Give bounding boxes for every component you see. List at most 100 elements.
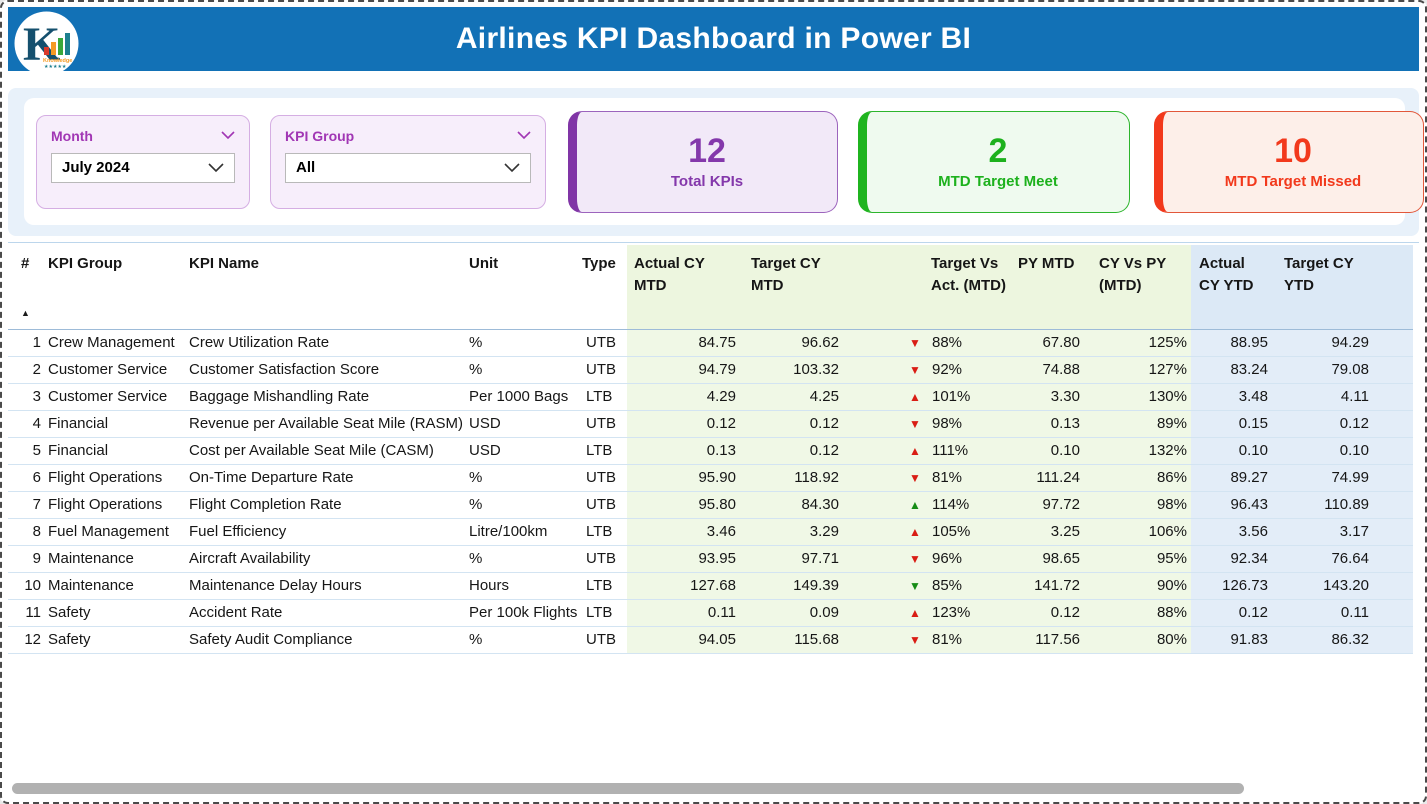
target-vs-act-value: 111% — [932, 442, 968, 459]
type-cell: LTB — [582, 572, 627, 599]
py-mtd-cell: 74.88 — [1009, 356, 1087, 383]
actual-cy-mtd-cell: 95.80 — [627, 491, 744, 518]
table-row[interactable]: 12SafetySafety Audit Compliance%UTB94.05… — [8, 626, 1413, 653]
unit-cell: % — [465, 491, 582, 518]
actual-cy-mtd-cell: 94.79 — [627, 356, 744, 383]
target-cy-ytd-cell: 3.17 — [1276, 518, 1413, 545]
month-select[interactable]: July 2024 — [51, 153, 235, 183]
actual-cy-ytd-cell: 96.43 — [1191, 491, 1276, 518]
chevron-down-icon[interactable] — [221, 131, 235, 140]
target-vs-act-mtd-cell: ▲114% — [847, 491, 1009, 518]
dashboard-frame: K Knowledge ★★★★★ Airlines KPI Dashboard… — [0, 0, 1427, 804]
table-row[interactable]: 10MaintenanceMaintenance Delay HoursHour… — [8, 572, 1413, 599]
actual-cy-ytd-cell: 126.73 — [1191, 572, 1276, 599]
table-row[interactable]: 3Customer ServiceBaggage Mishandling Rat… — [8, 383, 1413, 410]
target-vs-act-mtd-cell: ▼92% — [847, 356, 1009, 383]
table-row[interactable]: 8Fuel ManagementFuel EfficiencyLitre/100… — [8, 518, 1413, 545]
chevron-down-icon[interactable] — [517, 131, 531, 140]
company-logo-icon: K Knowledge ★★★★★ — [13, 10, 80, 77]
actual-cy-ytd-cell: 89.27 — [1191, 464, 1276, 491]
column-header-py-mtd[interactable]: PY MTD — [1009, 245, 1087, 329]
actual-cy-mtd-cell: 0.13 — [627, 437, 744, 464]
trend-up-icon: ▲ — [909, 525, 923, 539]
column-header-type[interactable]: Type — [582, 245, 627, 329]
table-row[interactable]: 7Flight OperationsFlight Completion Rate… — [8, 491, 1413, 518]
type-cell: UTB — [582, 356, 627, 383]
target-vs-act-mtd-cell: ▼81% — [847, 464, 1009, 491]
kpi-group-cell: Maintenance — [44, 572, 185, 599]
table-row[interactable]: 4FinancialRevenue per Available Seat Mil… — [8, 410, 1413, 437]
target-cy-ytd-cell: 0.10 — [1276, 437, 1413, 464]
cy-vs-py-mtd-cell: 89% — [1087, 410, 1191, 437]
kpi-group-cell: Flight Operations — [44, 464, 185, 491]
kpi-name-cell: Baggage Mishandling Rate — [185, 383, 465, 410]
chevron-down-icon — [504, 163, 520, 173]
actual-cy-mtd-cell: 84.75 — [627, 329, 744, 356]
row-number-cell: 9 — [8, 545, 44, 572]
column-header-target-cy-mtd[interactable]: Target CY MTD — [744, 245, 847, 329]
table-header-row: # ▲ KPI Group KPI Name Unit Type Actual … — [8, 245, 1413, 329]
target-cy-mtd-cell: 0.09 — [744, 599, 847, 626]
column-header-kpi-group[interactable]: KPI Group — [44, 245, 185, 329]
py-mtd-cell: 0.10 — [1009, 437, 1087, 464]
target-cy-ytd-cell: 143.20 — [1276, 572, 1413, 599]
target-cy-ytd-cell: 4.11 — [1276, 383, 1413, 410]
kpi-group-cell: Financial — [44, 437, 185, 464]
target-cy-mtd-cell: 96.62 — [744, 329, 847, 356]
unit-cell: Hours — [465, 572, 582, 599]
target-cy-mtd-cell: 84.30 — [744, 491, 847, 518]
target-vs-act-mtd-cell: ▼98% — [847, 410, 1009, 437]
column-header-actual-cy-mtd[interactable]: Actual CY MTD — [627, 245, 744, 329]
filter-inner-panel: Month July 2024 KPI Group All — [24, 98, 1405, 225]
table-row[interactable]: 2Customer ServiceCustomer Satisfaction S… — [8, 356, 1413, 383]
unit-cell: % — [465, 626, 582, 653]
target-vs-act-value: 123% — [932, 604, 970, 621]
unit-cell: % — [465, 545, 582, 572]
row-number-cell: 8 — [8, 518, 44, 545]
unit-cell: % — [465, 356, 582, 383]
row-number-cell: 5 — [8, 437, 44, 464]
unit-cell: Litre/100km — [465, 518, 582, 545]
target-cy-mtd-cell: 4.25 — [744, 383, 847, 410]
mtd-target-meet-card: 2 MTD Target Meet — [858, 111, 1130, 213]
horizontal-scrollbar[interactable] — [12, 783, 1244, 794]
row-number-cell: 12 — [8, 626, 44, 653]
kpi-group-select[interactable]: All — [285, 153, 531, 183]
type-cell: UTB — [582, 626, 627, 653]
target-vs-act-mtd-cell: ▲101% — [847, 383, 1009, 410]
column-header-target-cy-ytd[interactable]: Target CY YTD — [1276, 245, 1413, 329]
target-cy-mtd-cell: 103.32 — [744, 356, 847, 383]
column-header-kpi-name[interactable]: KPI Name — [185, 245, 465, 329]
column-header-target-vs-act-mtd[interactable]: Target Vs Act. (MTD) — [847, 245, 1009, 329]
table-row[interactable]: 1Crew ManagementCrew Utilization Rate%UT… — [8, 329, 1413, 356]
actual-cy-mtd-cell: 95.90 — [627, 464, 744, 491]
target-vs-act-mtd-cell: ▲111% — [847, 437, 1009, 464]
table-row[interactable]: 6Flight OperationsOn-Time Departure Rate… — [8, 464, 1413, 491]
actual-cy-ytd-cell: 83.24 — [1191, 356, 1276, 383]
trend-up-icon: ▲ — [909, 390, 923, 404]
target-vs-act-mtd-cell: ▲123% — [847, 599, 1009, 626]
actual-cy-mtd-cell: 94.05 — [627, 626, 744, 653]
cy-vs-py-mtd-cell: 106% — [1087, 518, 1191, 545]
trend-down-icon: ▼ — [909, 579, 923, 593]
table-row[interactable]: 5FinancialCost per Available Seat Mile (… — [8, 437, 1413, 464]
cy-vs-py-mtd-cell: 88% — [1087, 599, 1191, 626]
column-header-index[interactable]: # ▲ — [8, 245, 44, 329]
column-header-actual-cy-ytd[interactable]: Actual CY YTD — [1191, 245, 1276, 329]
kpi-name-cell: Cost per Available Seat Mile (CASM) — [185, 437, 465, 464]
target-vs-act-value: 98% — [932, 415, 962, 432]
table-row[interactable]: 9MaintenanceAircraft Availability%UTB93.… — [8, 545, 1413, 572]
column-header-unit[interactable]: Unit — [465, 245, 582, 329]
column-header-cy-vs-py-mtd[interactable]: CY Vs PY (MTD) — [1087, 245, 1191, 329]
month-select-value: July 2024 — [62, 159, 130, 176]
table-row[interactable]: 11SafetyAccident RatePer 100k FlightsLTB… — [8, 599, 1413, 626]
row-number-cell: 7 — [8, 491, 44, 518]
target-vs-act-value: 81% — [932, 631, 962, 648]
cy-vs-py-mtd-cell: 86% — [1087, 464, 1191, 491]
trend-down-icon: ▼ — [909, 471, 923, 485]
actual-cy-mtd-cell: 3.46 — [627, 518, 744, 545]
mtd-target-missed-value: 10 — [1274, 134, 1312, 168]
target-vs-act-value: 114% — [932, 496, 969, 513]
type-cell: LTB — [582, 599, 627, 626]
filter-panel: Month July 2024 KPI Group All — [8, 88, 1419, 236]
